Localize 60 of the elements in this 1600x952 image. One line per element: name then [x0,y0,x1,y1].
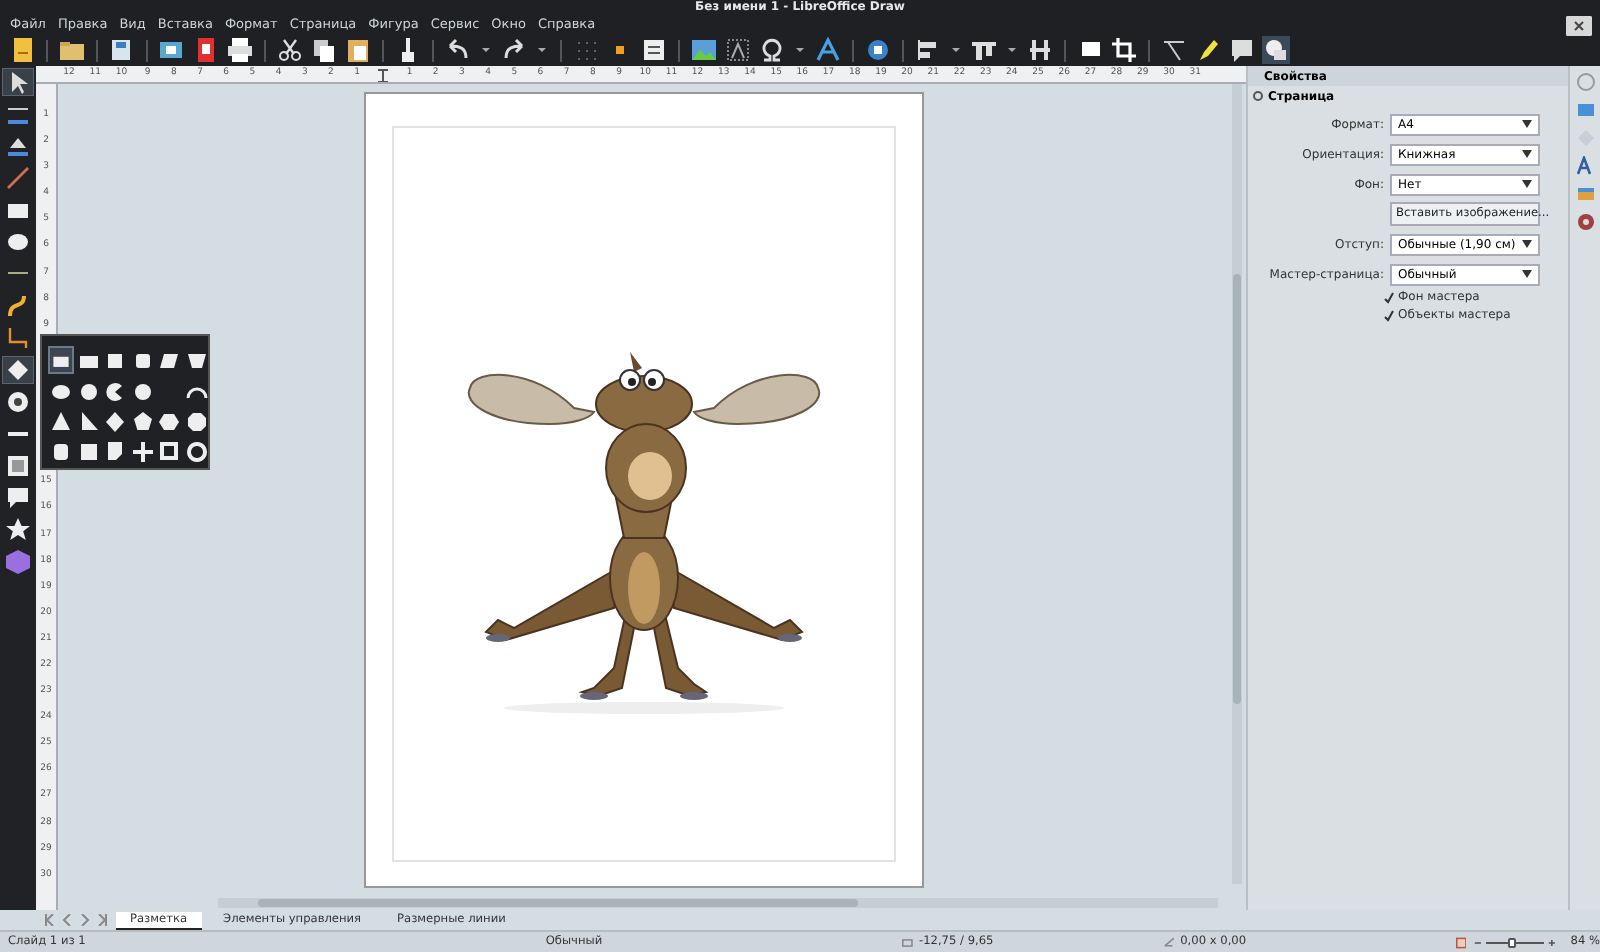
select-tool-icon[interactable] [2,68,34,96]
arrange-icon[interactable] [970,36,998,64]
export-icon[interactable] [158,36,186,64]
last-arrow-icon[interactable] [98,914,108,926]
pentagon-shape-icon[interactable] [129,407,155,433]
star-tool-icon[interactable] [2,516,34,544]
folded-page-shape-icon[interactable] [102,437,128,463]
checkbox[interactable] [1384,291,1394,303]
zoom-slider-thumb[interactable] [1508,937,1517,947]
caret-icon[interactable] [1522,120,1532,128]
folder-icon[interactable] [58,36,86,64]
size-icon [1163,936,1175,948]
frame-shape-icon[interactable] [156,437,182,463]
zoom-slider[interactable] [1486,937,1545,947]
diamond-shape-icon[interactable] [102,407,128,433]
checkbox[interactable] [1384,309,1394,321]
comment-icon[interactable] [1228,36,1256,64]
ring-shape-icon[interactable] [183,437,209,463]
caret-icon[interactable] [1522,240,1532,248]
flowchart-tool-icon[interactable] [2,452,34,480]
undo-icon[interactable] [444,36,472,64]
vertical-scrollbar[interactable] [1232,84,1242,884]
paste-icon[interactable] [344,36,372,64]
octagon-shape-icon[interactable] [183,407,209,433]
new-document-icon[interactable] [8,36,36,64]
horizontal-scrollbar[interactable] [218,898,1218,908]
text-box-icon[interactable] [640,36,668,64]
printer-icon[interactable] [226,36,254,64]
crop-icon[interactable] [1110,36,1138,64]
navigator-icon[interactable] [1575,212,1595,232]
basic-shapes-tool-icon[interactable] [2,356,34,384]
copy-icon[interactable] [310,36,338,64]
zoom-out-icon[interactable] [1474,937,1483,947]
save-icon[interactable] [108,36,136,64]
collapse-icon[interactable] [1252,90,1264,102]
image-icon[interactable] [690,36,718,64]
first-arrow-icon[interactable] [44,914,54,926]
ellipse-tool-icon[interactable] [2,228,34,256]
redo-icon[interactable] [500,36,528,64]
triangle-shape-icon[interactable] [48,407,74,433]
omega-icon[interactable] [758,36,786,64]
position-icon [902,937,913,947]
cross-shape-icon[interactable] [129,437,155,463]
close-icon[interactable] [1566,16,1592,36]
caret-icon[interactable] [1522,180,1532,188]
cube3d-tool-icon[interactable] [2,548,34,576]
document-modified-icon [1456,935,1467,949]
align-icon[interactable] [914,36,942,64]
line-tool-icon[interactable] [2,164,34,192]
ruler-origin-icon [376,67,391,81]
scissors-icon[interactable] [276,36,304,64]
distribute-icon[interactable] [1026,36,1054,64]
caret-icon[interactable] [1522,150,1532,158]
zoom-in-icon[interactable] [1548,937,1557,947]
callout-tool-icon[interactable] [2,484,34,512]
fontwork-icon[interactable] [814,36,842,64]
shapes-icon[interactable] [1262,36,1290,64]
font-style-icon[interactable] [1575,156,1595,176]
pdf-icon[interactable] [192,36,220,64]
caret-icon[interactable] [1522,270,1532,278]
